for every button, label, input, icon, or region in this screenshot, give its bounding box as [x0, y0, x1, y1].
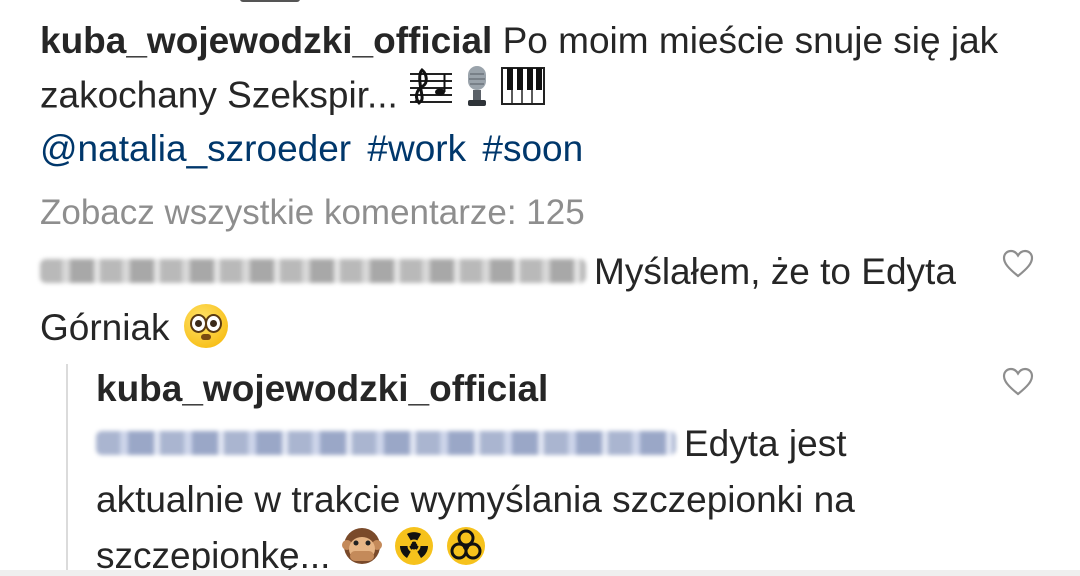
microphone-icon: [464, 64, 490, 123]
biohazard-icon: [445, 525, 487, 576]
caption-username[interactable]: kuba_wojewodzki_official: [40, 20, 492, 61]
radioactive-icon: [393, 525, 435, 576]
flushed-face-icon: [183, 304, 228, 349]
hashtag-link-soon[interactable]: #soon: [482, 128, 583, 169]
like-reply-heart-icon[interactable]: [1002, 366, 1034, 398]
caption-tags: @natalia_szroeder #work #soon: [40, 122, 589, 176]
comment: Myślałem, że to Edyta Górniak: [40, 244, 970, 356]
reply-text-block: Edyta jest aktualnie w trakcie wymyślani…: [96, 416, 976, 576]
musical-keyboard-icon: [500, 66, 545, 121]
blurred-mention[interactable]: [96, 431, 676, 456]
blurred-username[interactable]: [40, 259, 586, 284]
hashtag-link-work[interactable]: #work: [367, 128, 466, 169]
musical-score-icon: [408, 66, 455, 121]
bottom-divider: [0, 570, 1080, 576]
post-caption: kuba_wojewodzki_official Po moim mieście…: [40, 14, 1050, 127]
mention-link[interactable]: @natalia_szroeder: [40, 128, 351, 169]
like-comment-heart-icon[interactable]: [1002, 248, 1034, 280]
reply-username[interactable]: kuba_wojewodzki_official: [96, 362, 548, 416]
speak-no-evil-monkey-icon: [341, 525, 383, 576]
view-all-comments-link[interactable]: Zobacz wszystkie komentarze: 125: [40, 186, 585, 240]
reply-thread-line: [66, 364, 68, 576]
clipped-text-fragment: [240, 0, 300, 2]
